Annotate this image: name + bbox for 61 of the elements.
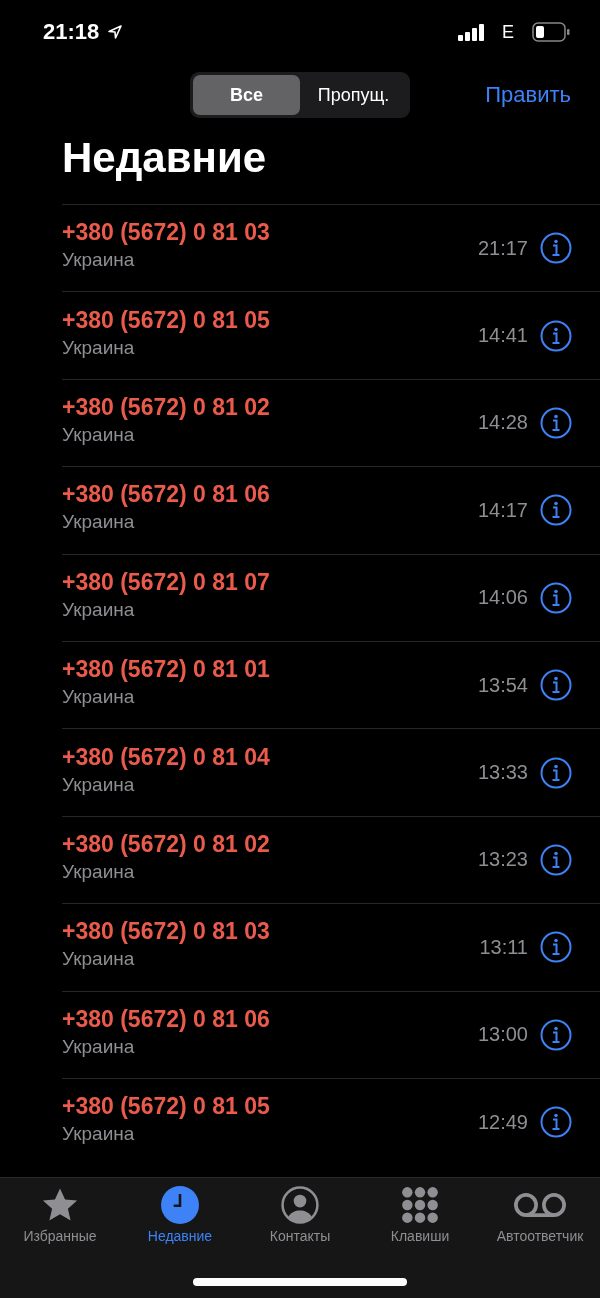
segment-tab[interactable]: Пропущ.: [300, 75, 407, 115]
phone-number[interactable]: +380 (5672) 0 81 05: [62, 1093, 478, 1121]
network-type: E: [502, 21, 514, 43]
call-location: Украина: [62, 598, 136, 621]
info-icon[interactable]: [540, 756, 572, 789]
tab-bar-item[interactable]: Автоответчик: [480, 1186, 600, 1244]
info-icon[interactable]: [540, 319, 572, 352]
call-time: 14:06: [477, 586, 528, 610]
keypad-icon: [401, 1186, 439, 1224]
status-time: 21:18: [43, 19, 100, 45]
segment-tab[interactable]: Все: [193, 75, 300, 115]
call-location: Украина: [62, 336, 136, 359]
phone-number[interactable]: +380 (5672) 0 81 03: [62, 918, 480, 946]
edit-button[interactable]: Править: [485, 82, 571, 108]
info-icon[interactable]: [540, 843, 572, 876]
phone-number[interactable]: +380 (5672) 0 81 06: [62, 1005, 478, 1033]
call-time: 13:23: [477, 848, 528, 872]
phone-number[interactable]: +380 (5672) 0 81 02: [62, 393, 478, 421]
call-location: Украина: [62, 511, 136, 534]
call-location: Украина: [62, 860, 136, 883]
info-icon[interactable]: [540, 581, 572, 614]
tab-bar-item[interactable]: Избранные: [0, 1186, 120, 1244]
tab-bar-item[interactable]: Недавние: [120, 1186, 240, 1244]
call-location: Украина: [62, 423, 136, 446]
battery-icon: [532, 22, 570, 42]
clock-icon: [161, 1186, 199, 1224]
info-icon[interactable]: [540, 494, 572, 527]
call-time: 13:33: [477, 761, 528, 785]
phone-number[interactable]: +380 (5672) 0 81 07: [62, 568, 478, 596]
info-icon[interactable]: [540, 406, 572, 439]
info-icon[interactable]: [540, 1018, 572, 1051]
info-icon[interactable]: [540, 669, 572, 702]
call-time: 13:54: [477, 673, 528, 697]
call-location: Украина: [62, 1123, 136, 1146]
info-icon[interactable]: [540, 1106, 572, 1139]
call-location: Украина: [62, 1035, 136, 1058]
info-icon[interactable]: [540, 232, 572, 265]
person-icon: [281, 1186, 319, 1224]
call-location: Украина: [62, 948, 136, 971]
phone-number[interactable]: +380 (5672) 0 81 02: [62, 830, 478, 858]
call-time: 13:11: [479, 935, 528, 959]
phone-number[interactable]: +380 (5672) 0 81 06: [62, 481, 478, 509]
call-time: 14:17: [477, 498, 528, 522]
call-time: 14:41: [477, 324, 528, 348]
page-title: Недавние: [62, 134, 268, 183]
phone-number[interactable]: +380 (5672) 0 81 03: [62, 219, 478, 247]
call-time: 13:00: [477, 1023, 528, 1047]
call-location: Украина: [62, 773, 136, 796]
call-time: 12:49: [477, 1110, 528, 1134]
call-time: 21:17: [477, 236, 528, 260]
phone-number[interactable]: +380 (5672) 0 81 04: [62, 743, 478, 771]
tab-bar-item[interactable]: Клавиши: [360, 1186, 480, 1244]
phone-number[interactable]: +380 (5672) 0 81 01: [62, 656, 478, 684]
call-location: Украина: [62, 686, 136, 709]
info-icon[interactable]: [540, 931, 572, 964]
phone-number[interactable]: +380 (5672) 0 81 05: [62, 306, 478, 334]
call-time: 14:28: [477, 411, 528, 435]
signal-icon: [458, 23, 486, 41]
location-arrow-icon: [107, 24, 124, 40]
tab-bar-item[interactable]: Контакты: [240, 1186, 360, 1244]
call-location: Украина: [62, 249, 136, 272]
